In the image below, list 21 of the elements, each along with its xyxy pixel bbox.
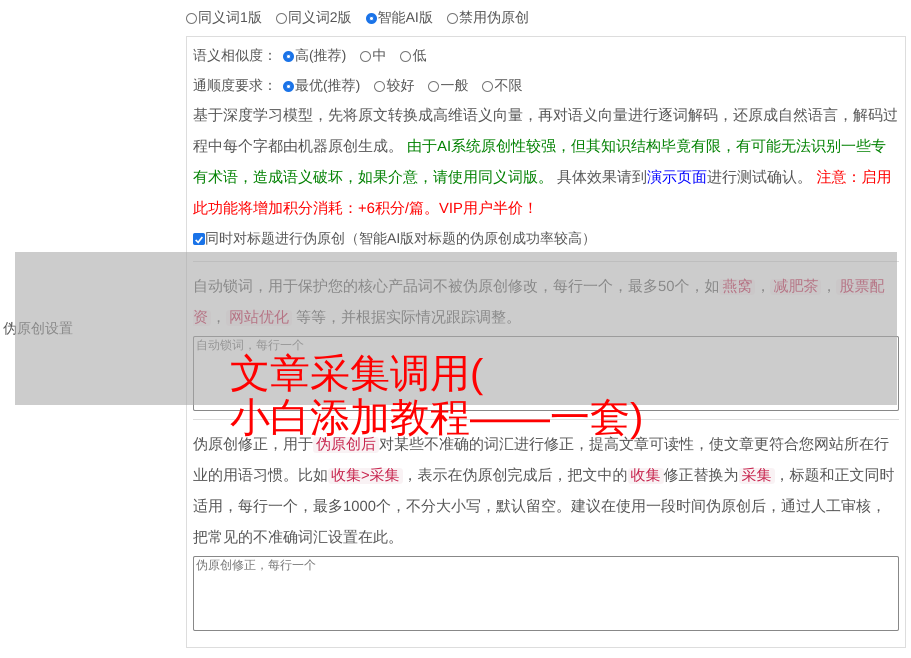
mode-radio[interactable]: 同义词2版 <box>276 9 352 27</box>
option-radio[interactable]: 高(推荐) <box>283 47 346 65</box>
option-label: 通顺度要求： <box>193 77 277 95</box>
ai-description: 基于深度学习模型，先将原文转换成高维语义向量，再对语义向量进行逐词解码，还原成自然语言，解码过程中每个字都由机器原创生成。 由于AI系统原创性较强，但其知识结构毕竟有限，有可能无法识别一些专有术语，造成语义破坏，如果介意，请使用同义词版。 具体效果请到演示页面进行测试确认。 注意：启用此功能将增加积分消耗：+6积分/篇。VIP用户半价！ <box>193 106 899 219</box>
checkmark-icon <box>194 234 204 244</box>
corrections-field[interactable]: 伪原创修正，每行一个 <box>193 556 899 631</box>
option-radio[interactable]: 一般 <box>428 77 468 95</box>
section-label: 伪原创设置 <box>3 320 73 338</box>
mode-radio[interactable]: 智能AI版 <box>366 9 433 27</box>
lock-words-description: 自动锁词，用于保护您的核心产品词不被伪原创修改，每行一个，最多50个，如 燕窝 ， 减肥茶 ， 股票配资 ， 网站优化 等等，并根据实际情况跟踪调整。 <box>193 277 886 328</box>
option-radio[interactable]: 不限 <box>482 77 522 95</box>
option-radio[interactable]: 低 <box>400 47 426 65</box>
option-radio[interactable]: 较好 <box>374 77 414 95</box>
option-radio[interactable]: 中 <box>360 47 386 65</box>
mode-radio[interactable]: 同义词1版 <box>186 9 262 27</box>
option-radio[interactable]: 最优(推荐) <box>283 77 360 95</box>
demo-link[interactable]: 演示页面 <box>647 170 708 186</box>
option-label: 语义相似度： <box>193 47 277 65</box>
title-checkbox[interactable]: 同时对标题进行伪原创（智能AI版对标题的伪原创成功率较高） <box>193 225 899 253</box>
mode-radio[interactable]: 禁用伪原创 <box>446 9 529 27</box>
overlay-title: 文章采集调用( <box>230 352 484 396</box>
